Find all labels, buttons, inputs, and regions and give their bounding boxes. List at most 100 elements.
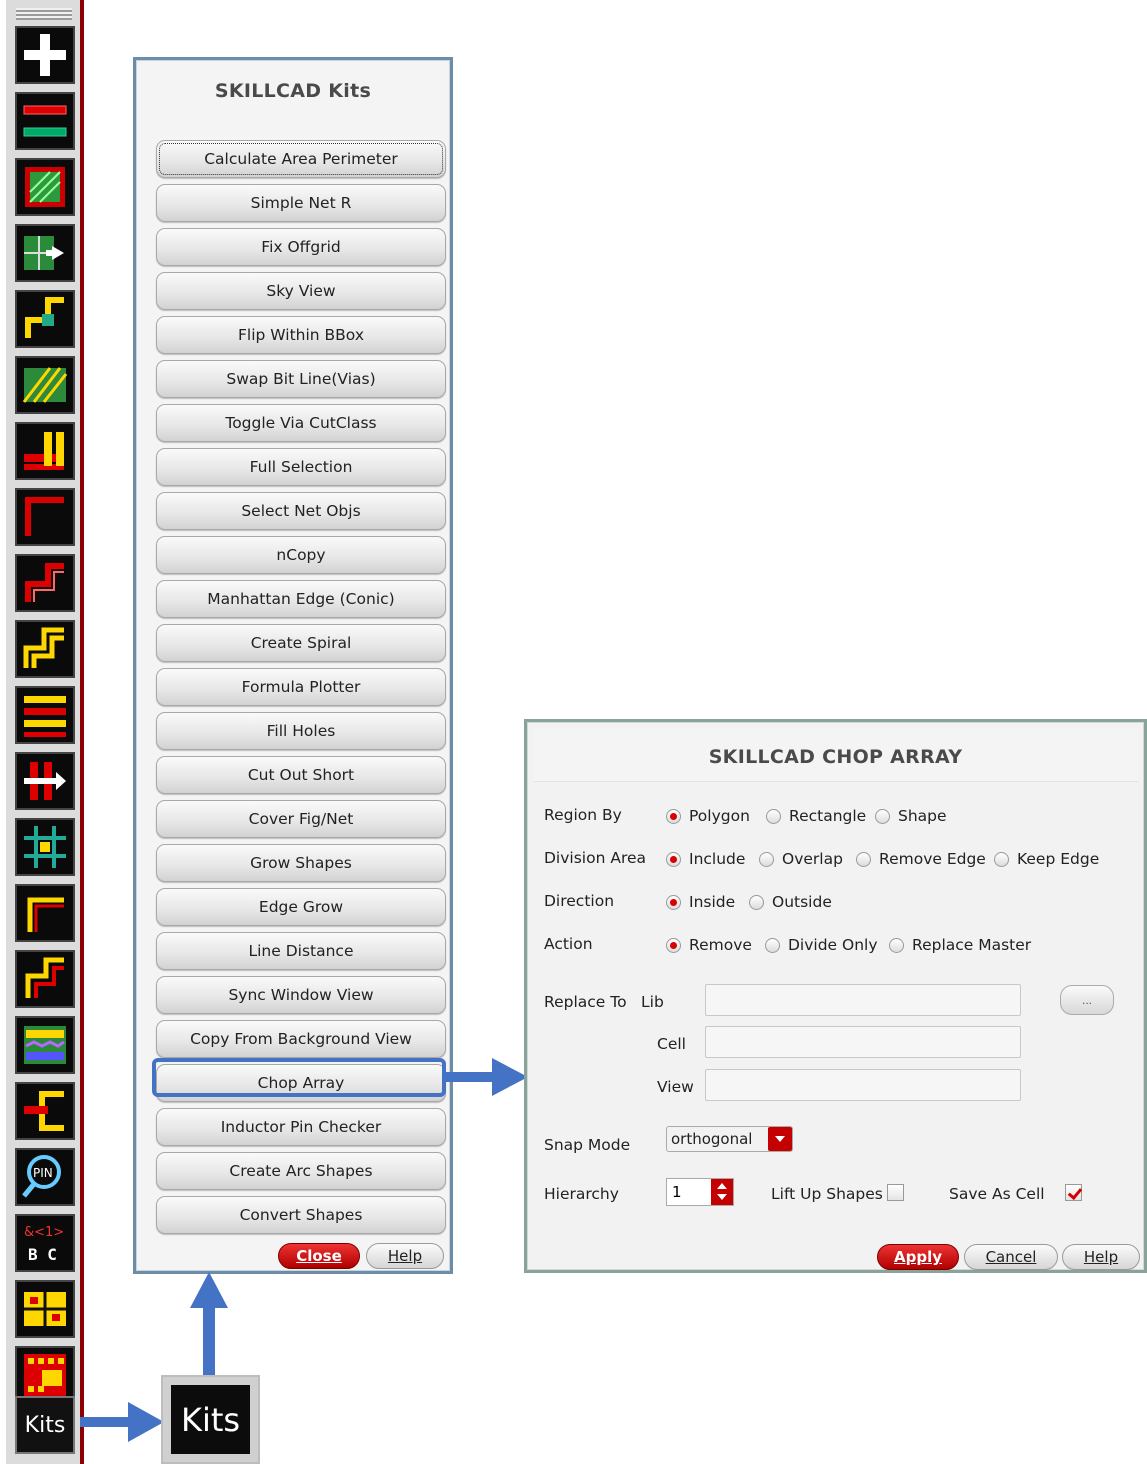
sky-view-button[interactable]: Sky View — [156, 272, 446, 310]
lib-input[interactable] — [705, 984, 1021, 1016]
vertical-toolbar: PIN &<1> B C Kits — [6, 0, 84, 1464]
spin-arrows-icon[interactable] — [711, 1179, 733, 1205]
replace-to-label: Replace To — [544, 993, 627, 1011]
kits-window-title: SKILLCAD Kits — [214, 80, 372, 102]
save-as-cell-label: Save As Cell — [949, 1185, 1045, 1203]
block-grid-icon[interactable] — [15, 1280, 75, 1338]
hatched-block-icon[interactable] — [15, 356, 75, 414]
division-overlap-radio[interactable]: Overlap — [759, 850, 843, 868]
fix-offgrid-button[interactable]: Fix Offgrid — [156, 228, 446, 266]
copy-from-background-view-button[interactable]: Copy From Background View — [156, 1020, 446, 1058]
pattern-fill-icon[interactable] — [15, 1016, 75, 1074]
fill-holes-button[interactable]: Fill Holes — [156, 712, 446, 750]
svg-text:&<1>: &<1> — [24, 1225, 64, 1240]
chop-dialog-title: SKILLCAD CHOP ARRAY — [708, 746, 963, 768]
stair-wire-icon[interactable] — [15, 554, 75, 612]
cover-fig-net-button[interactable]: Cover Fig/Net — [156, 800, 446, 838]
dialog-title-bar: SKILLCAD CHOP ARRAY — [533, 728, 1138, 782]
label-bc-icon[interactable]: &<1> B C — [15, 1214, 75, 1272]
snap-mode-label: Snap Mode — [544, 1136, 631, 1154]
svg-text:PIN: PIN — [33, 1166, 53, 1180]
view-input[interactable] — [705, 1069, 1021, 1101]
lib-label: Lib — [641, 993, 664, 1011]
layer-lines-icon[interactable] — [15, 92, 75, 150]
division-area-label: Division Area — [544, 849, 647, 867]
create-arc-shapes-button[interactable]: Create Arc Shapes — [156, 1152, 446, 1190]
kits-button-zoom: Kits — [161, 1375, 260, 1464]
region-shape-radio[interactable]: Shape — [875, 807, 947, 825]
simple-net-r-button[interactable]: Simple Net R — [156, 184, 446, 222]
add-icon[interactable] — [15, 26, 75, 84]
cross-net-icon[interactable] — [15, 818, 75, 876]
convert-shapes-button[interactable]: Convert Shapes — [156, 1196, 446, 1234]
svg-text:B C: B C — [28, 1245, 57, 1264]
stacked-bars-icon[interactable] — [15, 422, 75, 480]
apply-button[interactable]: Apply — [877, 1244, 959, 1270]
action-replace-master-radio[interactable]: Replace Master — [889, 936, 1031, 954]
bent-path-icon[interactable] — [15, 950, 75, 1008]
action-label: Action — [544, 935, 593, 953]
hierarchy-value: 1 — [672, 1183, 682, 1201]
save-as-cell-checkbox[interactable] — [1065, 1184, 1082, 1201]
chop-array-highlight — [152, 1058, 446, 1097]
direction-label: Direction — [544, 892, 615, 910]
direction-inside-radio[interactable]: Inside — [666, 893, 735, 911]
arrow-right-icon — [444, 1058, 528, 1096]
ncopy-button[interactable]: nCopy — [156, 536, 446, 574]
inductor-pin-checker-button[interactable]: Inductor Pin Checker — [156, 1108, 446, 1146]
bus-lines-icon[interactable] — [15, 686, 75, 744]
snap-mode-select[interactable]: orthogonal — [666, 1126, 793, 1152]
select-net-objs-button[interactable]: Select Net Objs — [156, 492, 446, 530]
lift-up-shapes-checkbox[interactable] — [887, 1184, 904, 1201]
direction-outside-radio[interactable]: Outside — [749, 893, 832, 911]
region-polygon-radio[interactable]: Polygon — [666, 807, 750, 825]
bracket-shape-icon[interactable] — [15, 1082, 75, 1140]
close-button[interactable]: Close — [278, 1243, 360, 1269]
move-grid-icon[interactable] — [15, 224, 75, 282]
manhattan-edge-button[interactable]: Manhattan Edge (Conic) — [156, 580, 446, 618]
split-arrow-icon[interactable] — [15, 752, 75, 810]
full-selection-button[interactable]: Full Selection — [156, 448, 446, 486]
arrow-right-kits-icon — [80, 1402, 164, 1442]
division-remove-edge-radio[interactable]: Remove Edge — [856, 850, 986, 868]
lift-up-shapes-label: Lift Up Shapes — [771, 1185, 883, 1203]
grow-shapes-button[interactable]: Grow Shapes — [156, 844, 446, 882]
hierarchy-label: Hierarchy — [544, 1185, 619, 1203]
region-rectangle-radio[interactable]: Rectangle — [766, 807, 866, 825]
view-label: View — [657, 1078, 694, 1096]
flip-within-bbox-button[interactable]: Flip Within BBox — [156, 316, 446, 354]
help-button[interactable]: Help — [366, 1243, 444, 1269]
action-divide-only-radio[interactable]: Divide Only — [765, 936, 878, 954]
cell-input[interactable] — [705, 1026, 1021, 1058]
double-stair-icon[interactable] — [15, 620, 75, 678]
edge-grow-button[interactable]: Edge Grow — [156, 888, 446, 926]
create-spiral-button[interactable]: Create Spiral — [156, 624, 446, 662]
swap-bit-line-button[interactable]: Swap Bit Line(Vias) — [156, 360, 446, 398]
corner-path-icon[interactable] — [15, 884, 75, 942]
kits-toolbar-button[interactable]: Kits — [15, 1396, 75, 1454]
line-distance-button[interactable]: Line Distance — [156, 932, 446, 970]
cell-label: Cell — [657, 1035, 686, 1053]
formula-plotter-button[interactable]: Formula Plotter — [156, 668, 446, 706]
action-remove-radio[interactable]: Remove — [666, 936, 752, 954]
cancel-button[interactable]: Cancel — [964, 1244, 1058, 1270]
arrow-up-icon — [190, 1272, 228, 1378]
kits-zoom-label: Kits — [171, 1385, 250, 1454]
calculate-area-perimeter-button[interactable]: Calculate Area Perimeter — [156, 140, 446, 178]
division-keep-edge-radio[interactable]: Keep Edge — [994, 850, 1099, 868]
pin-search-icon[interactable]: PIN — [15, 1148, 75, 1206]
corner-wire-icon[interactable] — [15, 488, 75, 546]
fill-pattern-icon[interactable] — [15, 158, 75, 216]
hierarchy-spinbox[interactable]: 1 — [666, 1178, 734, 1206]
cut-out-short-button[interactable]: Cut Out Short — [156, 756, 446, 794]
sync-window-view-button[interactable]: Sync Window View — [156, 976, 446, 1014]
toggle-via-cutclass-button[interactable]: Toggle Via CutClass — [156, 404, 446, 442]
snap-mode-value: orthogonal — [671, 1130, 753, 1148]
browse-button[interactable]: ... — [1060, 985, 1114, 1015]
skillcad-chop-array-dialog: SKILLCAD CHOP ARRAY Region By Polygon Re… — [524, 719, 1147, 1273]
step-wire-icon[interactable] — [15, 290, 75, 348]
dialog-help-button[interactable]: Help — [1062, 1244, 1140, 1270]
division-include-radio[interactable]: Include — [666, 850, 745, 868]
chevron-down-icon[interactable] — [768, 1127, 792, 1151]
toolbar-grip[interactable] — [16, 8, 72, 20]
